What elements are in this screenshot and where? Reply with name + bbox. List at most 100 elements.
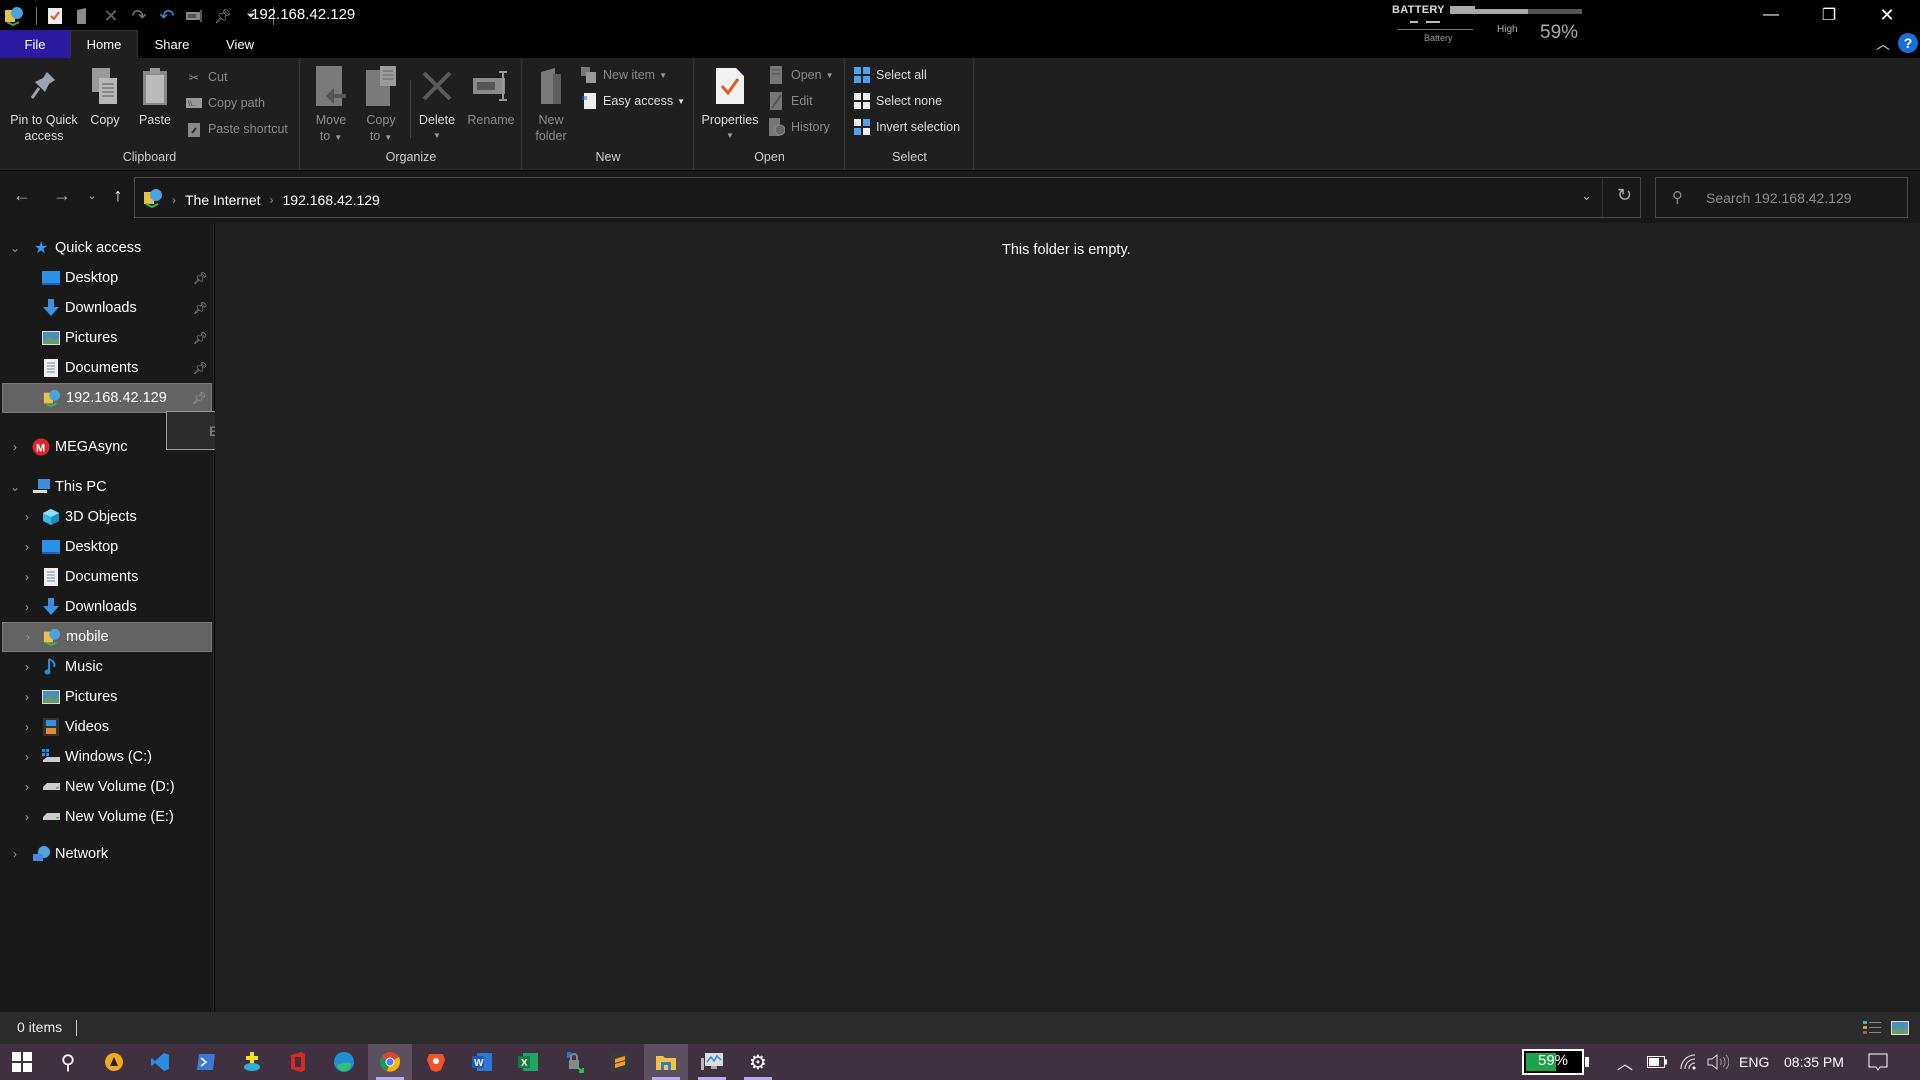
details-view-button[interactable] bbox=[1861, 1018, 1883, 1038]
taskbar-vpn[interactable] bbox=[552, 1044, 596, 1080]
new-folder-button[interactable]: New folder bbox=[531, 64, 571, 144]
search-box[interactable]: ⚲ bbox=[1655, 177, 1908, 218]
volume-button[interactable] bbox=[1707, 1044, 1729, 1080]
rename-button[interactable]: Rename bbox=[463, 64, 519, 128]
chevron-right-icon[interactable]: › bbox=[20, 750, 34, 764]
easy-access-button[interactable]: Easy access ▼ bbox=[581, 90, 685, 112]
nav-quick-access[interactable]: ⌄ ★ Quick access bbox=[2, 233, 212, 263]
taskbar-file-explorer[interactable] bbox=[644, 1044, 688, 1080]
nav-item[interactable]: › New Volume (D:) bbox=[2, 772, 212, 802]
action-center-button[interactable] bbox=[1868, 1044, 1888, 1080]
nav-item[interactable]: › Pictures bbox=[2, 682, 212, 712]
large-icons-view-button[interactable] bbox=[1889, 1018, 1911, 1038]
properties-button[interactable]: Properties ▼ bbox=[698, 64, 762, 144]
input-language-button[interactable]: ENG bbox=[1739, 1044, 1769, 1080]
nav-network[interactable]: › Network bbox=[2, 839, 212, 869]
nav-item[interactable]: › Downloads bbox=[2, 592, 212, 622]
chevron-right-icon[interactable]: › bbox=[21, 630, 35, 644]
chevron-right-icon[interactable]: › bbox=[20, 510, 34, 524]
search-button[interactable]: ⚲ bbox=[46, 1044, 90, 1080]
pin-icon[interactable]: 📌︎ bbox=[211, 4, 235, 28]
taskbar-brave[interactable] bbox=[414, 1044, 458, 1080]
nav-item[interactable]: › Music bbox=[2, 652, 212, 682]
chevron-right-icon[interactable]: › bbox=[20, 540, 34, 554]
refresh-button[interactable]: ↻ bbox=[1617, 185, 1632, 206]
wifi-button[interactable] bbox=[1680, 1044, 1698, 1080]
nav-item[interactable]: Desktop 📌︎ bbox=[2, 263, 212, 293]
nav-this-pc[interactable]: ⌄ This PC bbox=[2, 472, 212, 502]
invert-selection-button[interactable]: Invert selection bbox=[854, 116, 960, 138]
pin-icon[interactable]: 📌︎ bbox=[193, 331, 208, 345]
undo-icon[interactable]: ↶ bbox=[155, 4, 179, 28]
pin-icon[interactable]: 📌︎ bbox=[193, 271, 208, 285]
nav-item[interactable]: › New Volume (E:) bbox=[2, 802, 212, 832]
cut-button[interactable]: ✂ Cut bbox=[186, 66, 228, 88]
address-history-dropdown[interactable]: ⌄ bbox=[1581, 188, 1592, 204]
taskbar-vscode[interactable] bbox=[138, 1044, 182, 1080]
properties-icon[interactable] bbox=[43, 4, 67, 28]
nav-item[interactable]: Documents 📌︎ bbox=[2, 353, 212, 383]
select-all-button[interactable]: Select all bbox=[854, 64, 927, 86]
chevron-right-icon[interactable]: › bbox=[20, 600, 34, 614]
select-none-button[interactable]: Select none bbox=[854, 90, 942, 112]
taskbar-office[interactable] bbox=[276, 1044, 320, 1080]
chevron-right-icon[interactable]: › bbox=[8, 440, 22, 454]
rename-icon[interactable] bbox=[183, 4, 207, 28]
redo-icon[interactable]: ↷ bbox=[127, 4, 151, 28]
chevron-down-icon[interactable]: ⌄ bbox=[8, 480, 22, 494]
help-button[interactable]: ? bbox=[1898, 33, 1918, 53]
forward-button[interactable]: → bbox=[50, 183, 74, 207]
nav-item[interactable]: Pictures 📌︎ bbox=[2, 323, 212, 353]
show-hidden-icons-button[interactable]: ︿ bbox=[1617, 1044, 1633, 1080]
minimize-button[interactable]: — bbox=[1742, 0, 1800, 30]
nav-item[interactable]: 192.168.42.129 📌︎ bbox=[2, 383, 212, 413]
pin-to-quick-access-button[interactable]: Pin to Quick access bbox=[6, 64, 82, 144]
chevron-right-icon[interactable]: › bbox=[20, 720, 34, 734]
pin-icon[interactable]: 📌︎ bbox=[192, 391, 207, 405]
delete-icon[interactable]: ✕ bbox=[99, 4, 123, 28]
move-to-button[interactable]: Move to ▼ bbox=[311, 64, 351, 146]
breadcrumb-item[interactable]: 192.168.42.129 bbox=[283, 192, 380, 208]
taskbar-word[interactable]: W bbox=[460, 1044, 504, 1080]
pin-icon[interactable]: 📌︎ bbox=[193, 361, 208, 375]
recent-locations-button[interactable]: ⌄ bbox=[80, 183, 104, 207]
copy-path-button[interactable]: \\.. Copy path bbox=[186, 92, 265, 114]
taskbar-edge[interactable] bbox=[322, 1044, 366, 1080]
collapse-ribbon-button[interactable]: ︿ bbox=[1876, 34, 1890, 54]
file-list-area[interactable]: This folder is empty. bbox=[215, 223, 1920, 1012]
taskbar-sublime[interactable] bbox=[598, 1044, 642, 1080]
taskbar-performance-monitor[interactable] bbox=[690, 1044, 734, 1080]
edit-button[interactable]: Edit bbox=[769, 90, 813, 112]
restore-button[interactable]: ❐ bbox=[1800, 0, 1858, 30]
taskbar-app-a[interactable] bbox=[92, 1044, 136, 1080]
chevron-right-icon[interactable]: › bbox=[20, 690, 34, 704]
copy-button[interactable]: Copy bbox=[84, 64, 126, 128]
search-input[interactable] bbox=[1706, 187, 1901, 209]
nav-item[interactable]: › mobile bbox=[2, 622, 212, 652]
paste-shortcut-button[interactable]: Paste shortcut bbox=[186, 118, 288, 140]
up-button[interactable]: ↑ bbox=[106, 183, 130, 207]
taskbar-powershell[interactable] bbox=[184, 1044, 228, 1080]
tab-share[interactable]: Share bbox=[138, 30, 206, 58]
chevron-down-icon[interactable]: ⌄ bbox=[8, 241, 22, 255]
chevron-right-icon[interactable]: › bbox=[20, 810, 34, 824]
taskbar-excel[interactable]: X bbox=[506, 1044, 550, 1080]
battery-status-button[interactable] bbox=[1647, 1044, 1667, 1080]
paste-button[interactable]: Paste bbox=[134, 64, 176, 128]
nav-item[interactable]: › Windows (C:) bbox=[2, 742, 212, 772]
nav-item[interactable]: › 3D Objects bbox=[2, 502, 212, 532]
open-button[interactable]: Open ▼ bbox=[769, 64, 834, 86]
nav-item[interactable]: Downloads 📌︎ bbox=[2, 293, 212, 323]
taskbar-chrome[interactable] bbox=[368, 1044, 412, 1080]
copy-to-button[interactable]: Copy to ▼ bbox=[361, 64, 401, 146]
nav-item[interactable]: › Documents bbox=[2, 562, 212, 592]
chevron-right-icon[interactable]: › bbox=[20, 570, 34, 584]
new-folder-icon[interactable] bbox=[71, 4, 95, 28]
tab-home[interactable]: Home bbox=[70, 30, 138, 58]
back-button[interactable]: ← bbox=[10, 183, 34, 207]
chevron-right-icon[interactable]: › bbox=[20, 780, 34, 794]
history-button[interactable]: History bbox=[769, 116, 830, 138]
chevron-right-icon[interactable]: › bbox=[20, 660, 34, 674]
close-button[interactable]: ✕ bbox=[1858, 0, 1916, 30]
taskbar-app-plus[interactable] bbox=[230, 1044, 274, 1080]
